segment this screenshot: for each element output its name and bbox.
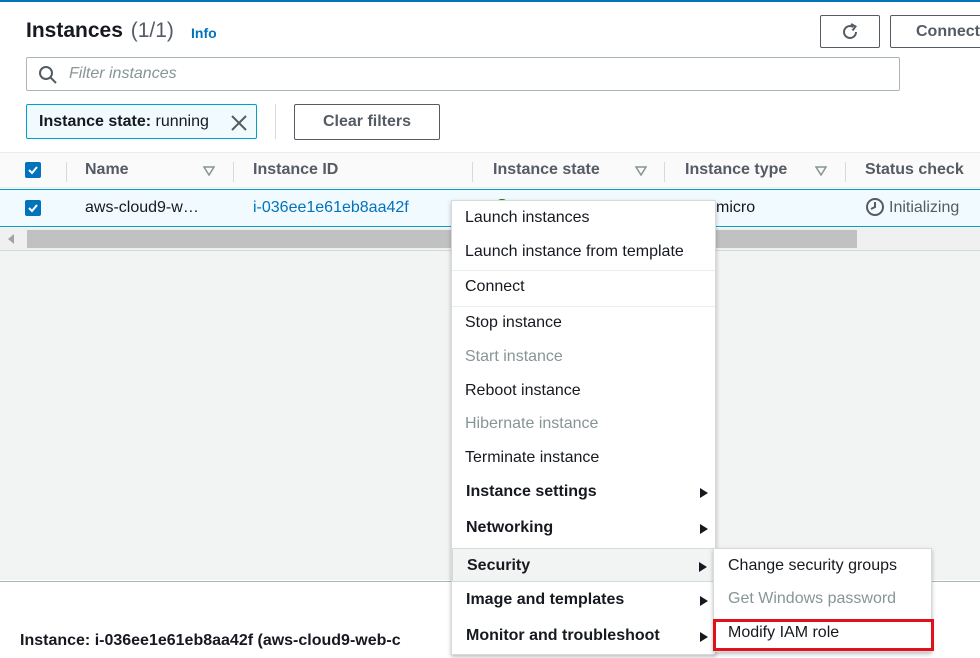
select-all-checkbox[interactable] [25,162,41,178]
menu-item-stop-instance[interactable]: Stop instance [452,306,715,340]
menu-item-start-instance: Start instance [465,348,563,365]
refresh-button[interactable] [820,15,880,48]
caret-right-icon [700,596,708,606]
check-icon [28,204,38,213]
page-title-text: Instances [26,19,123,42]
submenu-item-get-windows-password: Get Windows password [728,590,897,607]
token-divider [275,104,276,139]
menu-item-instance-settings-label: Instance settings [466,483,597,500]
menu-item-instance-settings[interactable]: Instance settings [452,475,715,509]
filter-token-value: running [155,113,209,130]
column-header-instance-type[interactable]: Instance type [685,161,787,179]
submenu-item-change-security-groups[interactable]: Change security groups [714,549,931,583]
instance-type: micro [716,199,756,216]
caret-right-icon [700,488,708,498]
search-placeholder: Filter instances [69,65,177,82]
menu-item-connect[interactable]: Connect [452,270,715,304]
filter-token[interactable]: Instance state: running [26,104,257,139]
instance-name: aws-cloud9-w… [85,199,199,216]
column-header-name[interactable]: Name [85,161,129,179]
row-checkbox[interactable] [25,200,41,216]
highlight-box [713,619,934,651]
scrollbar-thumb[interactable] [27,230,857,248]
column-divider [664,162,665,182]
menu-item-hibernate-instance: Hibernate instance [465,415,599,432]
clock-icon [866,198,884,216]
connect-button[interactable]: Connect [890,15,980,48]
menu-item-launch-instances[interactable]: Launch instances [452,201,715,235]
instance-count: (1/1) [130,19,174,42]
table-header: Name Instance ID Instance state Instance… [0,152,980,188]
refresh-icon [843,22,857,39]
column-divider [845,162,846,182]
menu-item-reboot-instance[interactable]: Reboot instance [452,374,715,408]
menu-item-image-and-templates[interactable]: Image and templates [452,583,715,617]
menu-item-launch-from-template[interactable]: Launch instance from template [452,235,715,269]
filter-token-key: Instance state: [39,113,152,130]
sort-down-icon[interactable] [635,166,647,176]
menu-item-security-label: Security [467,557,531,574]
menu-item-image-and-templates-label: Image and templates [466,591,625,608]
instance-actions-menu: Launch instances Launch instance from te… [451,200,716,655]
page-title: Instances (1/1) [26,19,174,43]
status-check-value: Initializing [889,199,960,216]
filter-token-label: Instance state: running [39,113,209,131]
check-icon [28,166,38,175]
info-link[interactable]: Info [191,25,217,41]
sort-down-icon[interactable] [203,166,215,176]
details-panel-title: Instance: i-036ee1e61eb8aa42f (aws-cloud… [20,632,401,649]
menu-item-monitor-label: Monitor and troubleshoot [466,627,660,644]
column-divider [233,162,234,182]
column-divider [472,162,473,182]
sort-down-icon[interactable] [815,166,827,176]
clear-filters-button[interactable]: Clear filters [294,104,440,140]
menu-item-monitor-and-troubleshoot[interactable]: Monitor and troubleshoot [452,619,715,653]
column-divider [66,162,67,182]
scroll-left-icon[interactable] [8,234,14,244]
search-input[interactable]: Filter instances [26,57,900,91]
close-icon[interactable] [229,113,249,133]
search-icon [39,66,57,84]
menu-item-security[interactable]: Security [452,548,715,582]
menu-item-terminate-instance[interactable]: Terminate instance [452,441,715,475]
column-header-instance-state[interactable]: Instance state [493,161,600,179]
instance-id-link[interactable]: i-036ee1e61eb8aa42f [253,199,409,217]
top-border [0,0,980,2]
column-header-status-check[interactable]: Status check [865,161,964,179]
caret-right-icon [700,632,708,642]
menu-item-networking-label: Networking [466,519,554,536]
caret-right-icon [700,524,708,534]
caret-right-icon [699,562,707,572]
menu-item-networking[interactable]: Networking [452,511,715,545]
column-header-instance-id[interactable]: Instance ID [253,161,338,179]
